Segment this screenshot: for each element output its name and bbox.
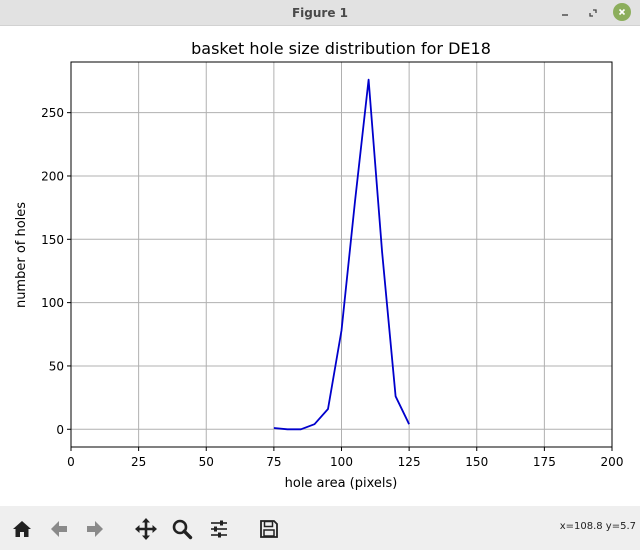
figure-canvas[interactable]: 0 25 50 75 100 125 150 175 200 0 50 100 150 200 250 ba… [0,26,640,506]
x-tick-label: 25 [131,455,146,469]
forward-button[interactable] [82,516,108,542]
x-axis-label: hole area (pixels) [285,476,398,491]
y-tick-label: 0 [56,423,64,437]
maximize-button[interactable] [584,4,602,22]
save-button[interactable] [256,516,282,542]
y-tick-label: 250 [41,106,64,120]
close-button[interactable] [613,3,631,21]
window-title: Figure 1 [291,6,349,20]
minimize-button[interactable] [556,4,574,22]
close-icon [618,8,626,16]
y-tick-label: 150 [41,233,64,247]
forward-arrow-icon [87,521,103,537]
x-tick-label: 150 [465,455,488,469]
back-button[interactable] [46,516,72,542]
configure-subplots-button[interactable] [206,516,232,542]
home-icon [13,521,31,537]
y-tick-label: 50 [49,359,64,373]
back-arrow-icon [51,521,67,537]
save-icon [260,520,278,538]
cursor-coordinates: x=108.8 y=5.7 [559,521,636,532]
minimize-icon [562,14,568,16]
line-chart: 0 25 50 75 100 125 150 175 200 0 50 100 150 200 250 ba… [14,39,624,491]
y-axis-label: number of holes [14,202,29,308]
window-titlebar: Figure 1 [0,0,640,26]
x-tick-label: 125 [398,455,421,469]
chart-title: basket hole size distribution for DE18 [191,39,491,58]
x-tick-label: 100 [330,455,353,469]
y-tick-label: 200 [41,169,64,183]
x-tick-label: 50 [199,455,214,469]
configure-subplots-icon [211,520,227,538]
x-tick-label: 75 [266,455,281,469]
pan-icon [135,518,157,540]
maximize-icon [589,9,597,17]
y-tick-label: 100 [41,296,64,310]
zoom-button[interactable] [169,516,195,542]
x-tick-label: 175 [533,455,556,469]
x-tick-label: 0 [67,455,75,469]
home-button[interactable] [9,516,35,542]
x-tick-label: 200 [601,455,624,469]
navigation-toolbar: x=108.8 y=5.7 [0,506,640,550]
pan-button[interactable] [133,516,159,542]
zoom-icon [172,519,193,540]
